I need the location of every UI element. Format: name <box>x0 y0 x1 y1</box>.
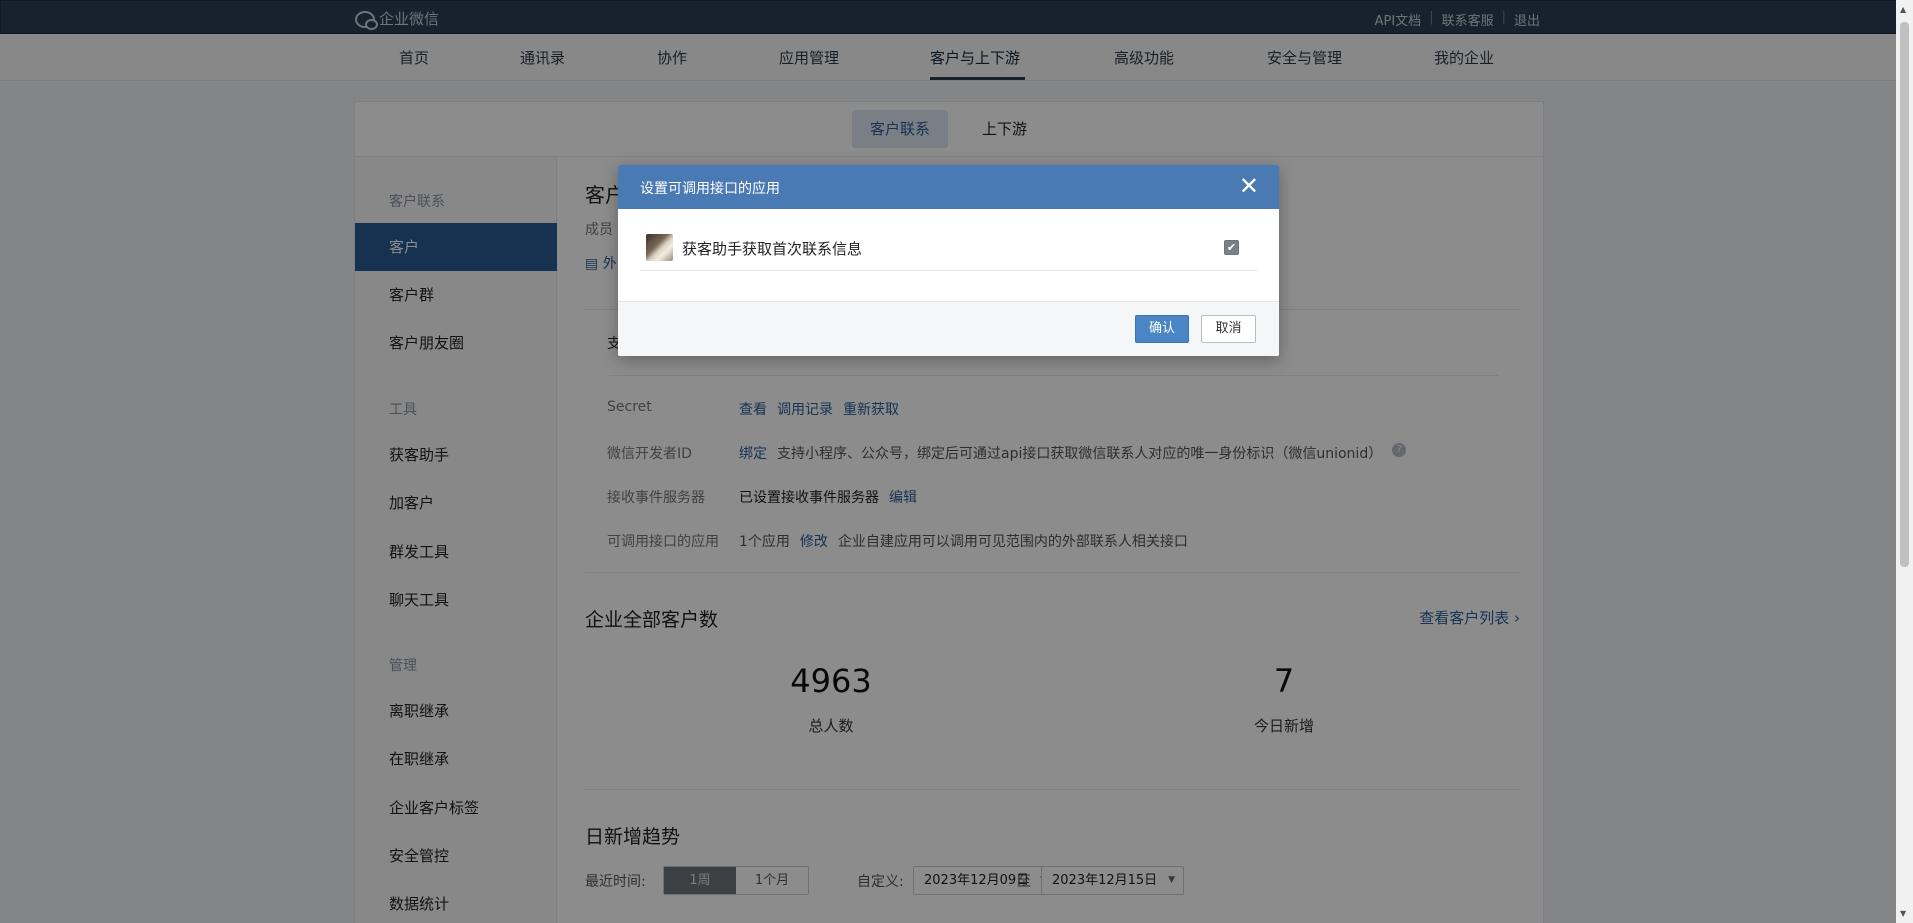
app-row[interactable]: 获客助手获取首次联系信息 ✔ <box>640 229 1257 271</box>
dialog-header: 设置可调用接口的应用 ✕ <box>618 165 1279 209</box>
scrollbar-thumb[interactable] <box>1900 22 1909 567</box>
scroll-down-icon[interactable]: ▼ <box>1900 909 1906 918</box>
confirm-button[interactable]: 确认 <box>1135 315 1189 343</box>
scroll-up-icon[interactable]: ▲ <box>1900 5 1906 14</box>
dialog-body: 获客助手获取首次联系信息 ✔ <box>618 209 1279 301</box>
app-name: 获客助手获取首次联系信息 <box>682 240 863 258</box>
dialog-footer: 确认 取消 <box>618 301 1279 356</box>
app-checkbox[interactable]: ✔ <box>1224 240 1239 255</box>
set-callable-apps-dialog: 设置可调用接口的应用 ✕ 获客助手获取首次联系信息 ✔ 确认 取消 <box>618 165 1279 356</box>
close-icon[interactable]: ✕ <box>1239 172 1259 200</box>
modal-overlay[interactable] <box>0 0 1913 923</box>
cancel-button[interactable]: 取消 <box>1201 315 1256 343</box>
dialog-title: 设置可调用接口的应用 <box>640 181 780 197</box>
app-thumbnail <box>646 234 673 261</box>
scrollbar[interactable]: ▲ ▼ <box>1896 0 1913 923</box>
